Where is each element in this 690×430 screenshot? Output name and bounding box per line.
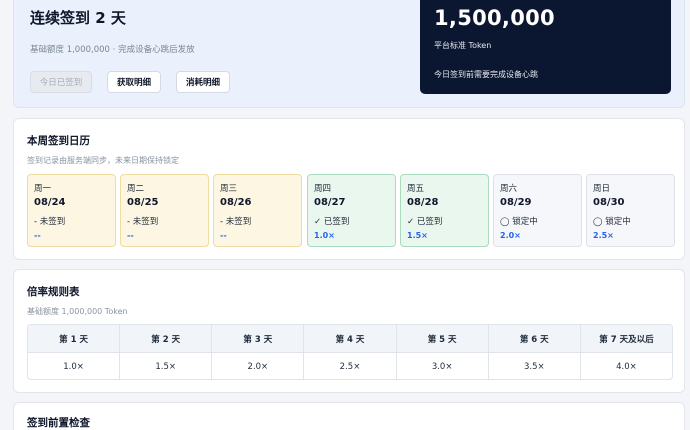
day-status: ◯ 锁定中 [500,217,538,227]
day-mult: -- [127,231,134,240]
day-status: ✓ 已签到 [314,217,350,227]
day-card: 周六 08/29 ◯ 锁定中 2.0× [493,174,582,247]
table-header-cell: 第 3 天 [212,325,305,352]
spend-detail-button[interactable]: 消耗明细 [176,71,230,93]
day-date: 08/24 [34,197,66,208]
multiplier-table: 第 1 天第 2 天第 3 天第 4 天第 5 天第 6 天 第 7 天及以后 1… [27,324,673,380]
day-status: ◯ 锁定中 [593,217,631,227]
table-cell: 3.5× [489,353,581,379]
day-name: 周二 [127,184,145,194]
day-date: 08/27 [314,197,346,208]
table-header-cell: 第 7 天及以后 [599,334,654,345]
table-cell: 2.5× [304,353,397,379]
day-mult: 1.5× [407,231,428,240]
day-name: 周五 [407,184,425,194]
table-header-cell: 第 1 天 [28,325,121,352]
table-header-cell: 第 2 天 [120,325,213,352]
day-mult: 2.0× [500,231,521,240]
day-date: 08/29 [500,197,532,208]
table-row: 1.0× 1.5× 2.0× 2.5× 3.0× 3.5× 4.0× [28,353,672,379]
precheck-card: 签到前置检查 [13,402,685,430]
day-name: 周四 [314,184,332,194]
day-name: 周日 [593,184,611,194]
day-card: 周一 08/24 - 未签到 -- [27,174,116,247]
table-header-cell: 第 4 天 [304,325,397,352]
day-card: 周四 08/27 ✓ 已签到 1.0× [307,174,396,247]
day-status: - 未签到 [34,217,66,227]
day-status: ✓ 已签到 [407,217,443,227]
table-cell: 1.5× [120,353,213,379]
day-mult: 2.5× [593,231,614,240]
table-cell: 3.0× [397,353,489,379]
table-header-cell: 第 5 天 [397,325,489,352]
day-card: 周二 08/25 - 未签到 -- [120,174,209,247]
day-status: - 未签到 [127,217,159,227]
rules-title: 倍率规则表 [27,286,80,298]
day-mult: 1.0× [314,231,335,240]
table-header-row: 第 1 天第 2 天第 3 天第 4 天第 5 天第 6 天 第 7 天及以后 [28,325,672,353]
token-balance-card: 1,500,000 平台标准 Token 今日签到前需要完成设备心跳 [420,0,671,94]
day-mult: -- [220,231,227,240]
heartbeat-note: 今日签到前需要完成设备心跳 [434,70,538,79]
weekly-calendar-card: 本周签到日历 签到记录由服务端同步，未来日期保持锁定 周一 08/24 - 未签到 -… [13,118,685,260]
table-header-cell: 第 6 天 [489,325,581,352]
day-card: 周日 08/30 ◯ 锁定中 2.5× [586,174,675,247]
day-card: 周三 08/26 - 未签到 -- [213,174,302,247]
table-cell: 1.0× [28,353,121,379]
table-cell: 4.0× [616,362,637,372]
day-name: 周一 [34,184,52,194]
token-amount: 1,500,000 [434,6,555,30]
table-cell: 2.0× [212,353,305,379]
day-date: 08/30 [593,197,625,208]
day-date: 08/28 [407,197,439,208]
streak-title: 连续签到 2 天 [30,9,126,27]
earn-detail-button[interactable]: 获取明细 [107,71,161,93]
signed-today-button[interactable]: 今日已签到 [30,71,92,93]
calendar-subtitle: 签到记录由服务端同步，未来日期保持锁定 [27,156,179,165]
day-name: 周三 [220,184,238,194]
calendar-title: 本周签到日历 [27,135,90,147]
token-label: 平台标准 Token [434,41,492,50]
day-date: 08/26 [220,197,252,208]
precheck-title: 签到前置检查 [27,417,90,429]
day-card: 周五 08/28 ✓ 已签到 1.5× [400,174,489,247]
day-name: 周六 [500,184,518,194]
rules-subtitle: 基础额度 1,000,000 Token [27,307,128,316]
multiplier-rules-card: 倍率规则表 基础额度 1,000,000 Token 第 1 天第 2 天第 3… [13,269,685,393]
day-date: 08/25 [127,197,159,208]
day-status: - 未签到 [220,217,252,227]
day-mult: -- [34,231,41,240]
streak-subtitle: 基础额度 1,000,000 · 完成设备心跳后发放 [30,45,195,55]
